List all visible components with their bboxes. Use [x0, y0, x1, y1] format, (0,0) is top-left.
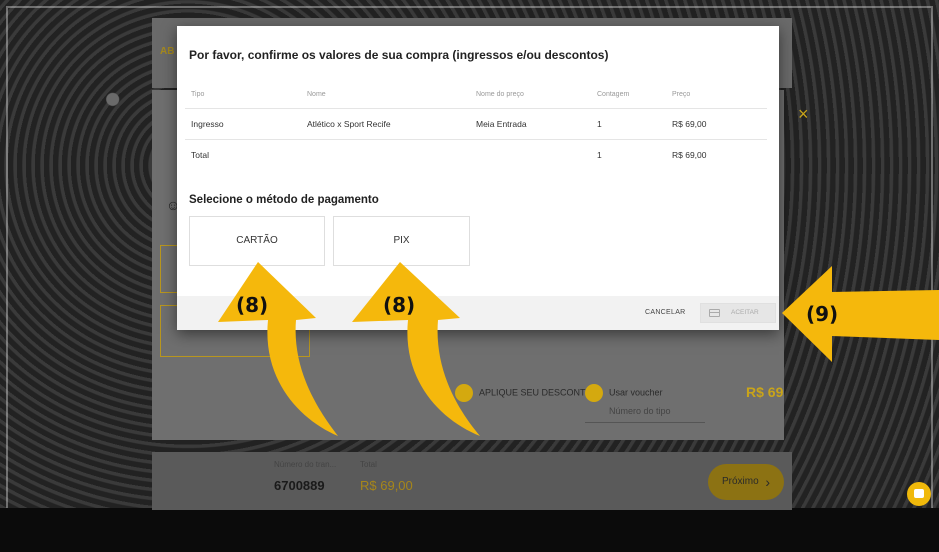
curved-arrow-icon — [218, 262, 338, 436]
annotation-label: (8) — [383, 293, 416, 317]
annotation-label: (8) — [236, 293, 269, 317]
annotation-arrows — [218, 262, 939, 436]
curved-arrow-icon — [352, 262, 480, 436]
annotation-label: (9) — [806, 302, 839, 326]
